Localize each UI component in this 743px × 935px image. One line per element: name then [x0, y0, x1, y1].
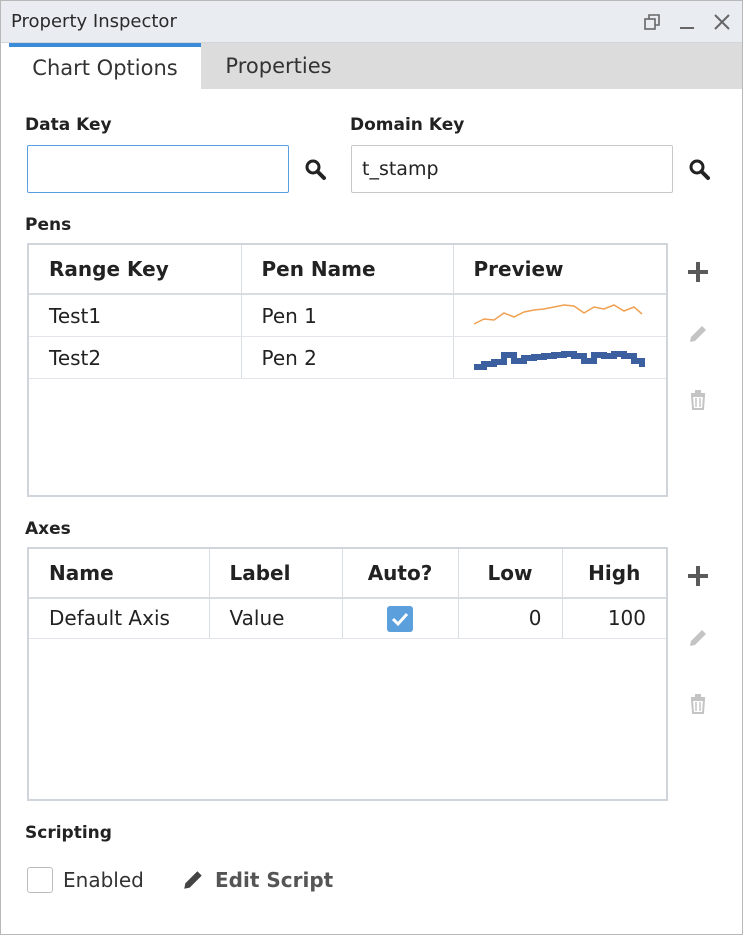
plus-icon	[688, 262, 708, 282]
tab-properties[interactable]: Properties	[201, 43, 356, 89]
axes-table: Name Label Auto? Low High Default Axis V…	[27, 547, 668, 801]
trash-icon	[690, 390, 706, 410]
tab-chart-options[interactable]: Chart Options	[9, 43, 201, 89]
column-header-name[interactable]: Name	[29, 549, 210, 599]
scripting-label: Scripting	[25, 823, 112, 843]
add-pen-button[interactable]	[683, 257, 713, 287]
column-header-high[interactable]: High	[562, 549, 666, 599]
domain-key-input[interactable]	[351, 145, 673, 193]
chart-options-panel: Data Key Domain Key Pens Range Ke	[9, 89, 742, 934]
column-header-low[interactable]: Low	[458, 549, 563, 599]
column-header-label[interactable]: Label	[209, 549, 343, 599]
pens-header-row: Range Key Pen Name Preview	[29, 245, 666, 295]
minimize-icon[interactable]	[674, 7, 700, 37]
range-key-cell: Test1	[29, 294, 242, 337]
delete-pen-button[interactable]	[683, 385, 713, 415]
table-row[interactable]: Test1 Pen 1	[29, 294, 666, 337]
title-bar: Property Inspector	[1, 1, 742, 43]
tab-label: Properties	[225, 54, 332, 78]
tab-bar: Chart Options Properties	[9, 43, 742, 89]
trash-icon	[690, 694, 706, 714]
preview-cell	[453, 336, 666, 379]
edit-script-label: Edit Script	[215, 868, 334, 892]
restore-icon[interactable]	[639, 7, 665, 37]
table-row[interactable]: Default Axis Value 0 100	[29, 598, 666, 639]
pen-2-step-preview	[473, 351, 645, 370]
tab-label: Chart Options	[32, 56, 178, 80]
edit-pen-button[interactable]	[683, 319, 713, 349]
edit-script-button[interactable]: Edit Script	[181, 865, 333, 895]
pens-label: Pens	[25, 215, 72, 235]
data-key-label: Data Key	[25, 115, 112, 135]
delete-axis-button[interactable]	[683, 689, 713, 719]
axis-auto-cell	[342, 598, 459, 639]
checkmark-icon	[391, 612, 409, 626]
axes-header-row: Name Label Auto? Low High	[29, 549, 666, 599]
axes-label: Axes	[25, 519, 71, 539]
range-key-cell: Test2	[29, 336, 242, 379]
pencil-icon	[184, 871, 202, 889]
axis-name-cell: Default Axis	[29, 598, 210, 639]
data-key-input[interactable]	[27, 145, 289, 193]
auto-checkbox[interactable]	[387, 605, 413, 632]
axis-label-cell: Value	[209, 598, 343, 639]
domain-key-search-icon[interactable]	[687, 157, 713, 183]
column-header-range-key[interactable]: Range Key	[29, 245, 242, 295]
domain-key-label: Domain Key	[350, 115, 465, 135]
property-inspector-window: Property Inspector Chart Options Propert…	[0, 0, 743, 935]
pencil-icon	[690, 326, 706, 342]
close-icon[interactable]	[709, 7, 735, 37]
pencil-icon	[690, 630, 706, 646]
axis-high-cell: 100	[562, 598, 666, 639]
table-row[interactable]: Test2 Pen 2	[29, 336, 666, 379]
plus-icon	[688, 566, 708, 586]
enabled-label: Enabled	[63, 868, 144, 892]
enabled-checkbox-row[interactable]: Enabled	[27, 865, 144, 895]
add-axis-button[interactable]	[683, 561, 713, 591]
pen-1-line-preview	[473, 304, 642, 325]
edit-axis-button[interactable]	[683, 623, 713, 653]
window-title: Property Inspector	[11, 11, 177, 32]
preview-cell	[453, 294, 666, 337]
column-header-auto[interactable]: Auto?	[342, 549, 459, 599]
pen-name-cell: Pen 1	[241, 294, 454, 337]
pen-name-cell: Pen 2	[241, 336, 454, 379]
enabled-checkbox[interactable]	[27, 867, 53, 893]
pens-table: Range Key Pen Name Preview Test1 Pen 1 T…	[27, 243, 668, 497]
data-key-search-icon[interactable]	[303, 157, 329, 183]
axis-low-cell: 0	[458, 598, 563, 639]
column-header-preview[interactable]: Preview	[453, 245, 666, 295]
column-header-pen-name[interactable]: Pen Name	[241, 245, 454, 295]
